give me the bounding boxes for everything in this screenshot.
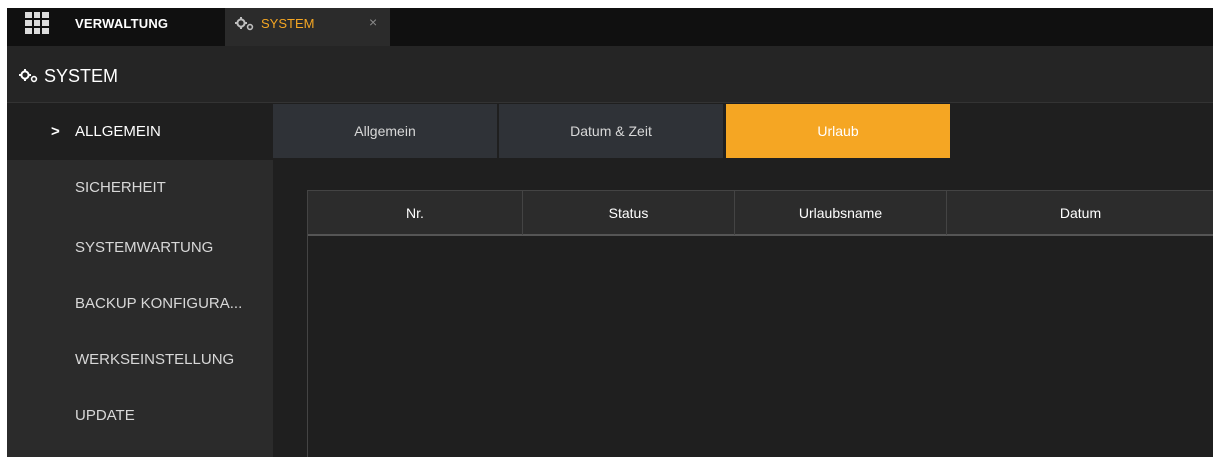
tab-allgemein[interactable]: Allgemein — [273, 104, 497, 158]
column-header-status: Status — [523, 191, 735, 235]
sidebar-item-label: UPDATE — [75, 407, 135, 424]
column-header-urlaubsname: Urlaubsname — [735, 191, 947, 235]
gears-icon — [19, 69, 39, 88]
sidebar-item-werkseinstellung[interactable]: WERKSEINSTELLUNG — [7, 328, 273, 384]
sidebar-item-label: ALLGEMEIN — [75, 123, 161, 140]
column-header-nr: Nr. — [308, 191, 523, 235]
close-icon[interactable]: × — [369, 14, 377, 30]
sidebar: > ALLGEMEIN SICHERHEIT SYSTEMWARTUNG BAC… — [7, 104, 273, 457]
tab-system[interactable]: SYSTEM × — [225, 8, 390, 46]
app-window: VERWALTUNG SYSTEM × SYSTEM > ALLGEMEIN S… — [7, 8, 1213, 457]
tab-verwaltung[interactable]: VERWALTUNG — [75, 16, 168, 31]
sidebar-item-systemwartung[interactable]: SYSTEMWARTUNG — [7, 216, 273, 272]
sidebar-item-label: WERKSEINSTELLUNG — [75, 351, 235, 368]
sidebar-item-label: SYSTEMWARTUNG — [75, 239, 214, 256]
top-tab-bar: VERWALTUNG SYSTEM × — [7, 8, 1213, 46]
grid-icon[interactable] — [25, 12, 49, 34]
sidebar-item-update[interactable]: UPDATE — [7, 384, 273, 440]
sidebar-item-allgemein[interactable]: > ALLGEMEIN — [7, 104, 273, 160]
tab-system-label: SYSTEM — [261, 16, 315, 31]
sidebar-item-sicherheit[interactable]: SICHERHEIT — [7, 160, 273, 216]
sidebar-item-label: SICHERHEIT — [75, 179, 166, 196]
column-header-datum: Datum — [1059, 205, 1102, 221]
tab-datum-zeit[interactable]: Datum & Zeit — [499, 104, 723, 158]
holiday-table: Nr. Status Urlaubsname Datum — [307, 190, 1213, 457]
tab-urlaub[interactable]: Urlaub — [726, 104, 950, 158]
section-header: SYSTEM — [7, 46, 1213, 103]
gears-icon — [235, 17, 255, 36]
chevron-right-icon: > — [51, 123, 60, 140]
page-title: SYSTEM — [44, 66, 119, 86]
sidebar-item-label: BACKUP KONFIGURA... — [75, 295, 243, 312]
table-header: Nr. Status Urlaubsname Datum — [308, 190, 1213, 236]
main-content: Allgemein Datum & Zeit Urlaub Nr. Status… — [273, 104, 1213, 457]
sidebar-item-backup[interactable]: BACKUP KONFIGURA... — [7, 272, 273, 328]
